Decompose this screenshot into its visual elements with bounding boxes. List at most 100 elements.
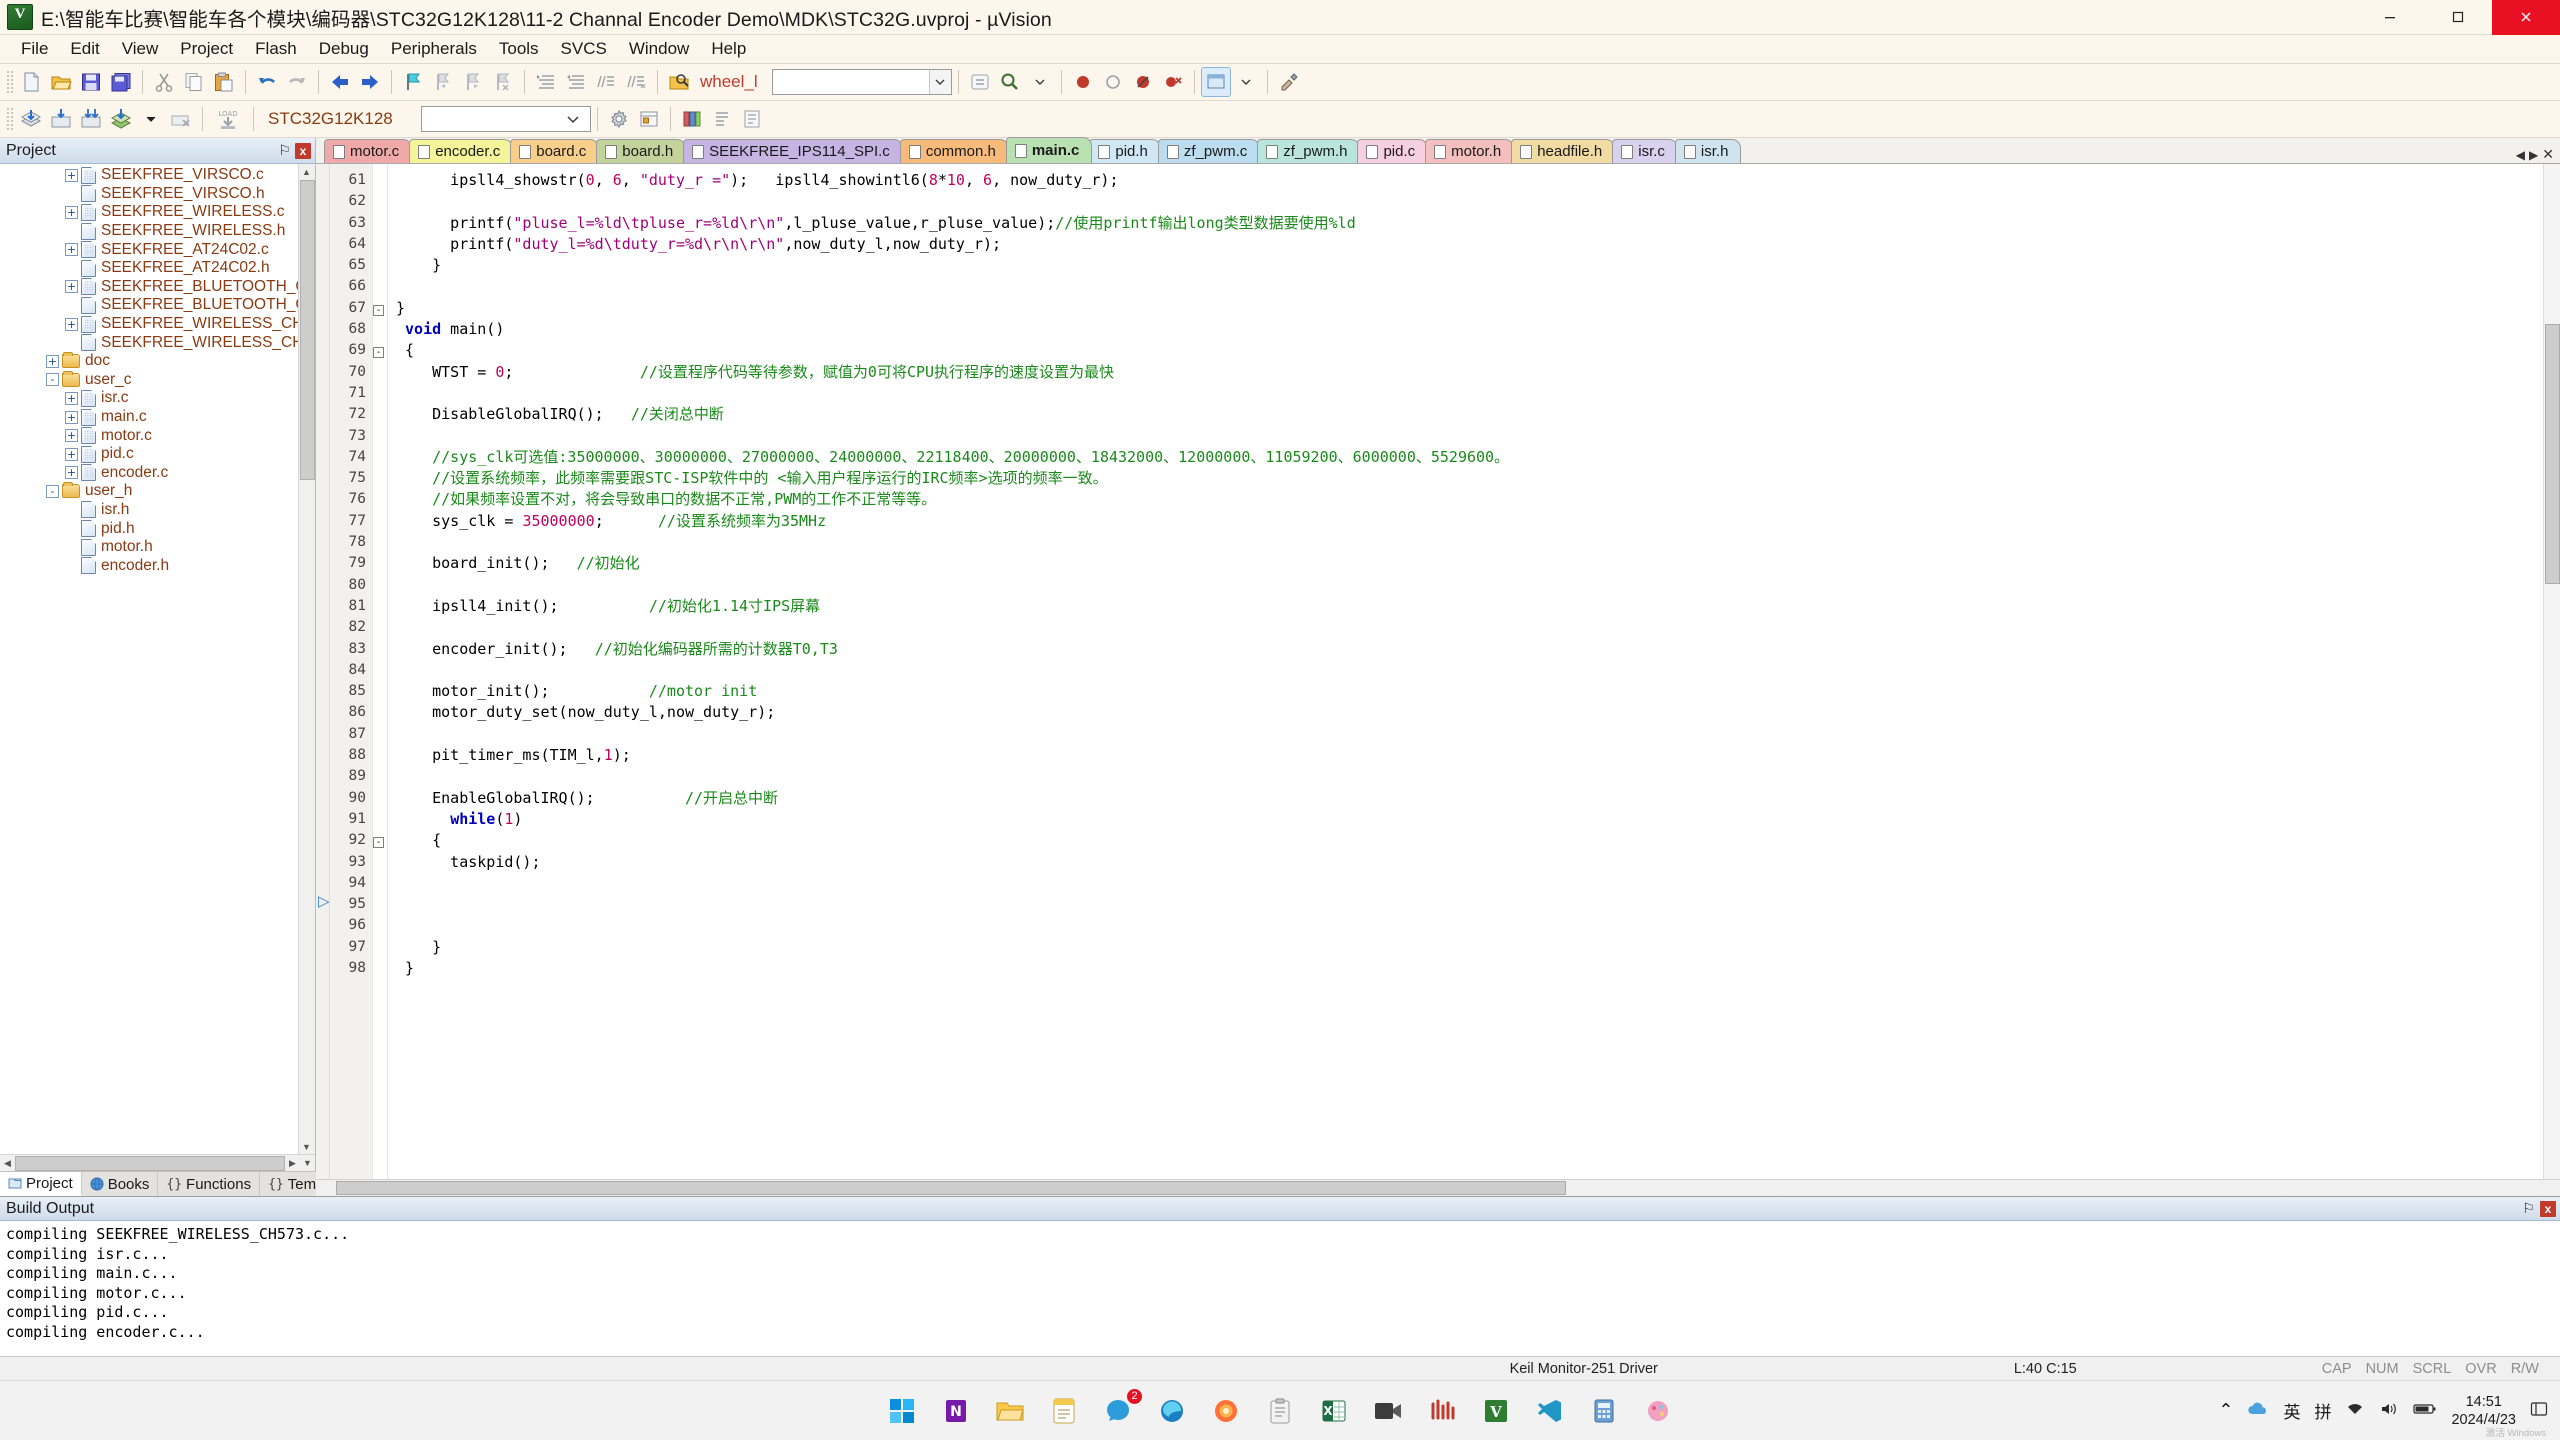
tree-node[interactable]: pid.h (44, 519, 315, 538)
tree-expand-icon[interactable]: + (65, 168, 78, 182)
wifi-icon[interactable] (2345, 1401, 2365, 1421)
tree-node[interactable]: + encoder.c (44, 464, 315, 483)
menu-view[interactable]: View (111, 36, 170, 62)
tree-expand-icon[interactable]: + (46, 354, 59, 368)
tree-node[interactable]: + SEEKFREE_VIRSCO.c (44, 166, 315, 185)
tree-node[interactable]: - user_c (44, 370, 315, 390)
editor-tab[interactable]: main.c (1005, 137, 1093, 163)
navigate-back-icon[interactable] (325, 67, 355, 97)
bookmark-clear-icon[interactable] (488, 67, 518, 97)
tree-node[interactable]: - user_h (44, 482, 315, 501)
tree-node[interactable]: + main.c (44, 408, 315, 427)
toolbar-grip[interactable] (5, 69, 13, 95)
editor-tab[interactable]: motor.c (324, 139, 413, 163)
taskbar-calculator-icon[interactable] (1584, 1391, 1624, 1431)
tray-chevron-icon[interactable]: ⌃ (2218, 1400, 2233, 1421)
tree-node[interactable]: + SEEKFREE_AT24C02.c (44, 240, 315, 259)
build-all-icon[interactable] (76, 104, 106, 134)
volume-icon[interactable] (2379, 1401, 2399, 1421)
build-icon[interactable] (16, 104, 46, 134)
project-tree[interactable]: + SEEKFREE_VIRSCO.c SEEKFREE_VIRSCO.h + SEEK… (0, 164, 315, 1154)
tree-expand-icon[interactable]: + (65, 391, 78, 405)
target-options-icon[interactable] (604, 104, 634, 134)
save-icon[interactable] (76, 67, 106, 97)
editor-tab[interactable]: encoder.c (409, 139, 514, 163)
fold-marker[interactable]: - (373, 830, 387, 851)
editor-tab[interactable]: motor.h (1425, 139, 1515, 163)
comment-icon[interactable] (591, 67, 621, 97)
menu-flash[interactable]: Flash (244, 36, 308, 62)
editor-tab[interactable]: board.h (596, 139, 687, 163)
indent-icon[interactable] (531, 67, 561, 97)
editor-hscrollbar[interactable] (316, 1179, 2560, 1196)
taskbar-messenger-app-icon[interactable]: 2 (1098, 1388, 1142, 1431)
scroll-down-arrow[interactable]: ▼ (299, 1139, 314, 1154)
tree-expand-icon[interactable]: + (65, 429, 78, 443)
menu-svcs[interactable]: SVCS (550, 36, 618, 62)
taskbar-clipboard-app-icon[interactable] (1260, 1391, 1300, 1431)
project-tree-hscroll-thumb[interactable] (15, 1155, 285, 1171)
copy-icon[interactable] (179, 67, 209, 97)
fold-toggle-icon[interactable]: - (373, 304, 384, 316)
close-button[interactable] (2492, 0, 2560, 35)
templates-icon[interactable] (737, 104, 767, 134)
rebuild-icon[interactable] (46, 104, 76, 134)
editor-tab[interactable]: common.h (899, 139, 1009, 163)
tree-node[interactable]: + pid.c (44, 445, 315, 464)
build-close-icon[interactable]: x (2540, 1200, 2556, 1217)
taskbar-keil-uvision-icon[interactable]: V (1476, 1391, 1516, 1431)
code-view[interactable]: ▷ 61 62 63 64 65 66 67 68 69 70 71 72 73 74 75 76 77 78 79… (316, 164, 2560, 1179)
tree-node[interactable]: motor.h (44, 538, 315, 557)
tree-node[interactable]: SEEKFREE_VIRSCO.h (44, 185, 315, 204)
code-folding-gutter[interactable]: - - - (372, 164, 388, 1179)
taskbar-notes-app-icon[interactable] (1044, 1391, 1084, 1431)
battery-icon[interactable] (2413, 1402, 2437, 1420)
menu-window[interactable]: Window (618, 36, 700, 62)
scroll-right-arrow[interactable]: ▶ (285, 1155, 300, 1171)
project-tree-vscrollbar[interactable]: ▲ ▼ (298, 164, 315, 1154)
tab-scroll-right-icon[interactable]: ▶ (2529, 148, 2538, 162)
batch-build-icon[interactable] (106, 104, 136, 134)
taskbar-paint-app-icon[interactable] (1638, 1391, 1678, 1431)
bookmark-toggle-icon[interactable] (398, 67, 428, 97)
magnify-chevron-icon[interactable] (1025, 67, 1055, 97)
bookmark-next-icon[interactable] (458, 67, 488, 97)
device-select[interactable] (420, 106, 591, 132)
navigate-forward-icon[interactable] (355, 67, 385, 97)
tree-expand-icon[interactable]: + (65, 447, 78, 461)
tree-expand-icon[interactable]: + (65, 466, 78, 480)
editor-tab[interactable]: isr.c (1612, 139, 1678, 163)
tree-expand-icon[interactable]: + (65, 280, 78, 294)
pane-tab-books[interactable]: Books (81, 1172, 159, 1196)
editor-hscroll-thumb[interactable] (336, 1181, 1566, 1195)
chevron-down-icon-2[interactable] (555, 107, 590, 131)
editor-tab[interactable]: pid.c (1357, 139, 1429, 163)
taskbar-clock[interactable]: 14:51 2024/4/23 (2451, 1393, 2516, 1429)
tree-node[interactable]: + isr.c (44, 389, 315, 408)
tree-node[interactable]: isr.h (44, 501, 315, 520)
tab-scroll-left-icon[interactable]: ◀ (2516, 148, 2525, 162)
editor-tab[interactable]: zf_pwm.c (1157, 139, 1261, 163)
menu-peripherals[interactable]: Peripherals (380, 36, 488, 62)
tree-expand-icon[interactable]: + (65, 205, 78, 219)
tree-node[interactable]: + SEEKFREE_WIRELESS_CH573.c (44, 315, 315, 334)
functions-list-icon[interactable] (707, 104, 737, 134)
menu-tools[interactable]: Tools (488, 36, 550, 62)
menu-edit[interactable]: Edit (59, 36, 110, 62)
scroll-up-arrow[interactable]: ▲ (299, 164, 314, 179)
tree-node[interactable]: SEEKFREE_BLUETOOTH_CH9141.h (44, 296, 315, 315)
tree-node[interactable]: SEEKFREE_WIRELESS_CH573.h (44, 333, 315, 352)
load-icon[interactable]: LOAD (209, 104, 247, 134)
editor-vscrollbar[interactable] (2543, 164, 2560, 1179)
window-layout-icon[interactable] (1200, 67, 1231, 97)
tab-close-icon[interactable]: ✕ (2542, 146, 2554, 163)
magnify-icon[interactable] (995, 67, 1025, 97)
build-pin-icon[interactable]: ⚐ (2521, 1200, 2536, 1217)
project-tree-hscrollbar[interactable]: ◀ ▶ ▼ (0, 1154, 315, 1171)
notification-center-icon[interactable] (2530, 1401, 2548, 1421)
redo-icon[interactable] (282, 67, 312, 97)
taskbar-start-windows-icon[interactable] (882, 1391, 922, 1431)
editor-tab[interactable]: isr.h (1674, 139, 1742, 163)
ime-lang-label[interactable]: 英 (2283, 1398, 2300, 1423)
editor-tab[interactable]: zf_pwm.h (1257, 139, 1361, 163)
